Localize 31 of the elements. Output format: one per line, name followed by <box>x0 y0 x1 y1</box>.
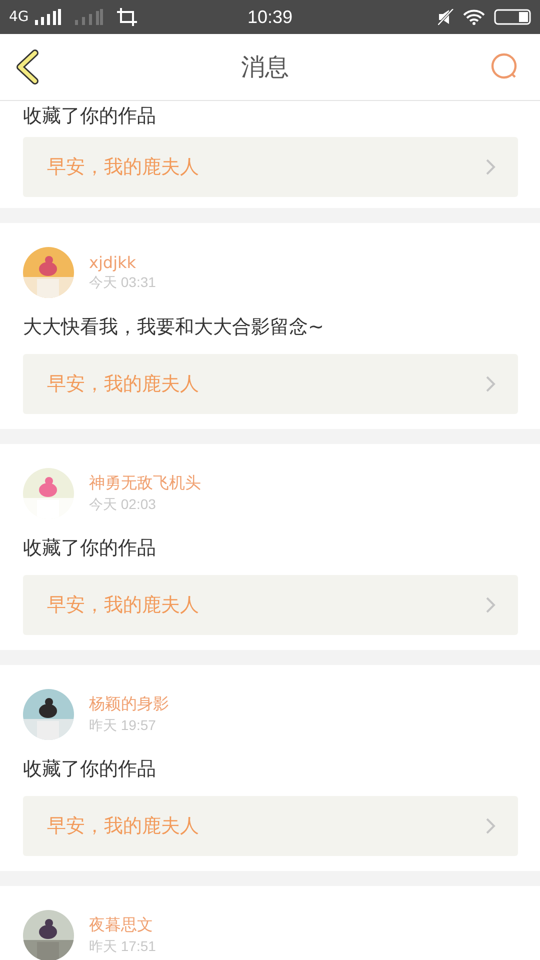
work-link[interactable]: 早安，我的鹿夫人 <box>23 575 518 635</box>
user-name[interactable]: 夜暮思文 <box>89 915 156 936</box>
timestamp: 今天 02:03 <box>89 496 157 514</box>
signal-icon <box>34 9 61 25</box>
signal-icon <box>74 9 103 25</box>
timestamp: 今天 03:31 <box>89 274 156 292</box>
user-name[interactable]: 神勇无敌飞机头 <box>89 473 201 494</box>
crop-icon <box>116 8 137 26</box>
work-link[interactable]: 早安，我的鹿夫人 <box>23 137 518 197</box>
timestamp: 昨天 17:51 <box>89 938 156 956</box>
chevron-right-icon <box>486 597 496 613</box>
chevron-right-icon <box>486 818 496 834</box>
work-link[interactable]: 早安，我的鹿夫人 <box>23 796 518 856</box>
user-name[interactable]: 杨颖的身影 <box>89 694 169 715</box>
timestamp: 昨天 19:57 <box>89 717 157 735</box>
message-text: 收藏了你的作品 <box>23 536 157 561</box>
battery-icon <box>494 9 532 25</box>
mute-icon <box>438 9 454 25</box>
user-name[interactable]: xjdjkk <box>89 253 156 272</box>
message-text: 收藏了你的作品 <box>23 757 157 782</box>
wifi-icon <box>463 9 485 25</box>
chevron-icon <box>14 49 40 85</box>
chevron-right-icon <box>486 159 496 175</box>
chevron-right-icon <box>486 376 496 392</box>
network-type: 4G <box>9 9 29 25</box>
work-link[interactable]: 早安，我的鹿夫人 <box>23 354 518 414</box>
back-button[interactable] <box>14 49 40 85</box>
clock: 10:39 <box>247 6 293 28</box>
page-title: 消息 <box>241 52 289 83</box>
message-text: 大大快看我，我要和大大合影留念~ <box>23 315 325 340</box>
message-text: 收藏了你的作品 <box>23 104 157 129</box>
